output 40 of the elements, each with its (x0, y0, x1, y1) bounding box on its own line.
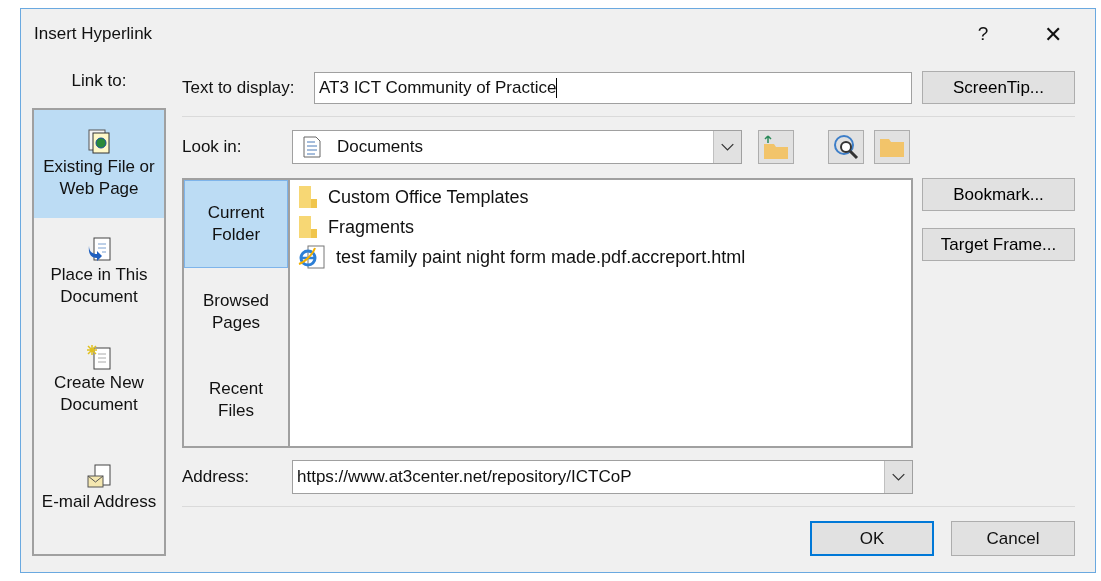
folder-nav-item[interactable]: Browsed Pages (184, 268, 288, 356)
folder-icon (298, 215, 318, 239)
link-type-item[interactable]: Existing File or Web Page (34, 110, 164, 218)
folder-up-icon (762, 134, 790, 160)
address-combo-box[interactable]: https://www.at3center.net/repository/ICTCoP (292, 460, 913, 494)
close-button[interactable]: ✕ (1033, 17, 1073, 51)
browse-web-button[interactable] (828, 130, 864, 164)
link-type-item[interactable]: Create New Document (34, 326, 164, 434)
look-in-dropdown[interactable]: Documents (292, 130, 742, 164)
help-button[interactable]: ? (963, 19, 1003, 49)
look-in-label: Look in: (182, 136, 243, 159)
document-globe-icon (87, 128, 111, 154)
browse-file-button[interactable] (874, 130, 910, 164)
chevron-down-icon (713, 131, 741, 163)
folder-nav-item[interactable]: Current Folder (184, 180, 288, 268)
file-list-item[interactable]: Fragments (290, 212, 911, 242)
file-list-item[interactable]: Custom Office Templates (290, 182, 911, 212)
file-list-item[interactable]: test family paint night form made.pdf.accreport.html (290, 242, 911, 272)
folder-icon (298, 185, 318, 209)
link-to-label: Link to: (70, 70, 128, 92)
text-to-display-field[interactable]: AT3 ICT Community of Practice (314, 71, 912, 104)
link-type-item[interactable]: E-mail Address (34, 434, 164, 542)
up-folder-button[interactable] (758, 130, 794, 164)
address-label: Address: (182, 466, 251, 489)
target-frame-button[interactable]: Target Frame... (922, 228, 1075, 261)
text-to-display-label: Text to display: (182, 76, 296, 99)
document-icon (303, 136, 321, 158)
envelope-document-icon (86, 463, 112, 489)
document-arrow-icon (86, 236, 112, 262)
bookmark-button[interactable]: Bookmark... (922, 178, 1075, 211)
new-document-icon (86, 344, 112, 370)
cancel-button[interactable]: Cancel (951, 521, 1075, 556)
globe-search-icon (832, 133, 860, 161)
screentip-button[interactable]: ScreenTip... (922, 71, 1075, 104)
folder-nav-item[interactable]: Recent Files (184, 356, 288, 444)
web-page-icon (298, 244, 326, 270)
ok-button[interactable]: OK (810, 521, 934, 556)
chevron-down-icon (884, 461, 912, 493)
link-type-item[interactable]: Place in This Document (34, 218, 164, 326)
window-title: Insert Hyperlink (34, 23, 153, 46)
